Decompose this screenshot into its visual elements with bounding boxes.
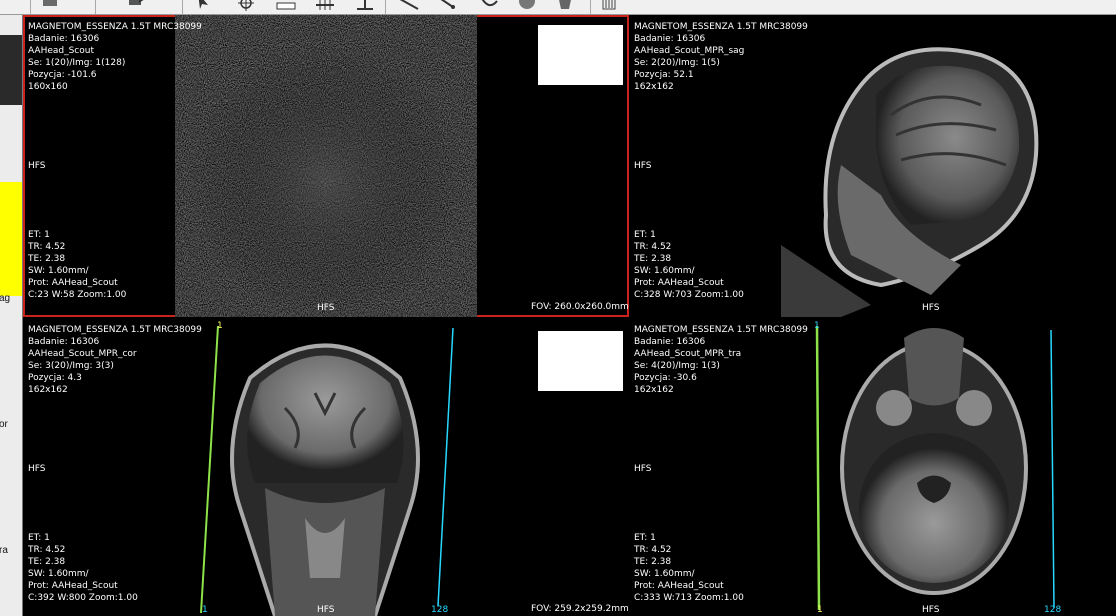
trash-icon[interactable] [598, 0, 620, 11]
hfs-bottom-label: HFS [922, 605, 940, 615]
roi-icon[interactable] [435, 0, 457, 11]
reference-lines [200, 325, 454, 614]
sphere-icon[interactable] [516, 0, 538, 11]
bottom-right-vp-info: MAGNETOM_ESSENZA 1.5T MRC38099 Badanie: … [634, 325, 808, 395]
reference-lines [815, 325, 1055, 611]
measure-line-icon[interactable] [314, 0, 336, 11]
top-right-info: MAGNETOM_ESSENZA 1.5T MRC38099 Badanie: … [634, 22, 808, 92]
reference-marker-bottom-left: 1 [202, 605, 208, 615]
top-left-info: MAGNETOM_ESSENZA 1.5T MRC38099 Badanie: … [28, 22, 202, 92]
bottom-left-info: ET: 1 TR: 4.52 TE: 2.38 SW: 1.60mm/ Prot… [634, 533, 744, 603]
bottom-left-info: ET: 1 TR: 4.52 TE: 2.38 SW: 1.60mm/ Prot… [28, 533, 138, 603]
hfs-bottom-label: HFS [317, 303, 335, 313]
sidebar: ag or ra [0, 15, 23, 616]
sagittal-brain-image [781, 15, 1083, 317]
viewport-bottom-right[interactable]: 1 1 128 MAGNETOM_ESSENZA 1.5T MRC38099 B… [629, 318, 1116, 616]
bucket-icon[interactable] [554, 0, 576, 11]
thumbnail-box [538, 331, 623, 391]
viewport-top-left[interactable]: MAGNETOM_ESSENZA 1.5T MRC38099 Badanie: … [23, 15, 629, 317]
bottom-left-info: ET: 1 TR: 4.52 TE: 2.38 SW: 1.60mm/ Prot… [28, 230, 127, 300]
sidebar-thumb-1[interactable] [0, 35, 22, 105]
viewport-bottom-left[interactable]: 1 1 128 MAGNETOM_ESSENZA 1.5T MRC38099 B… [23, 318, 629, 616]
orientation-label: HFS [634, 464, 652, 474]
angle-icon[interactable] [398, 0, 420, 11]
toolbar [0, 0, 1116, 15]
sidebar-thumb-selected[interactable] [0, 182, 22, 296]
fov-label: FOV: 259.2x259.2mm [531, 604, 629, 614]
reference-marker-bottom-right: 128 [1044, 605, 1062, 615]
cursor-icon[interactable] [192, 0, 214, 11]
hfs-bottom-label: HFS [317, 605, 335, 615]
orientation-label: HFS [634, 161, 652, 171]
bottom-left-info: ET: 1 TR: 4.52 TE: 2.38 SW: 1.60mm/ Prot… [634, 230, 744, 300]
curve-icon[interactable] [478, 0, 500, 11]
reference-marker-top: 1 [217, 321, 223, 331]
fov-label: FOV: 260.0x260.0mm [531, 302, 629, 312]
scout-noise-image [175, 15, 477, 317]
orientation-label: HFS [28, 464, 46, 474]
caliper-icon[interactable] [354, 0, 376, 11]
orientation-label: HFS [28, 161, 46, 171]
thumbnail-box [538, 25, 623, 85]
crosshair-icon[interactable] [235, 0, 257, 11]
export-icon[interactable] [125, 0, 147, 11]
hfs-bottom-label: HFS [922, 303, 940, 313]
reference-marker-bottom-left: 1 [817, 605, 823, 615]
sidebar-label-cor[interactable]: or [0, 419, 8, 430]
folder-open-icon[interactable] [40, 0, 62, 11]
sidebar-label-sag[interactable]: ag [0, 293, 10, 304]
bottom-left-vp-info: MAGNETOM_ESSENZA 1.5T MRC38099 Badanie: … [28, 325, 202, 395]
reference-marker-top: 1 [814, 321, 820, 331]
ruler-icon[interactable] [275, 0, 297, 11]
sidebar-label-tra[interactable]: ra [0, 545, 8, 556]
reference-marker-bottom-right: 128 [431, 605, 449, 615]
viewport-top-right[interactable]: MAGNETOM_ESSENZA 1.5T MRC38099 Badanie: … [629, 15, 1116, 317]
